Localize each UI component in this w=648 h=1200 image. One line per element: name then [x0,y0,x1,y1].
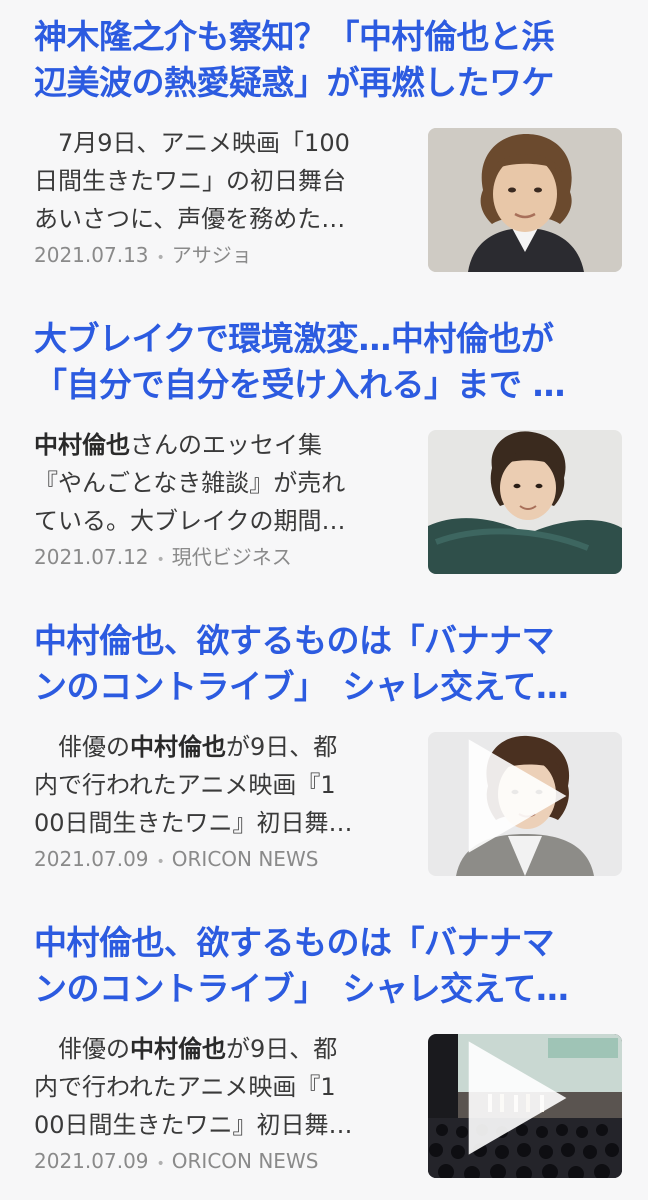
article-thumbnail[interactable] [428,430,622,574]
separator-dot-icon: • [156,854,165,870]
article-meta: 2021.07.09 • ORICON NEWS [34,844,318,877]
snippet-line: 内で行われたアニメ映画『1 [34,771,336,799]
snippet-line: 内で行われたアニメ映画『1 [34,1073,336,1101]
separator-dot-icon: • [156,552,165,568]
article-title[interactable]: 中村倫也、欲するものは「バナナマ ンのコントライブ」 シャレ交えて… [34,920,614,1012]
play-icon[interactable] [428,732,612,868]
news-feed: 神木隆之介も察知？「中村倫也と浜 辺美波の熱愛疑惑」が再燃したワケ 7月9日、ア… [0,0,648,1200]
title-line: 中村倫也、欲するものは「バナナマ [34,923,555,962]
article-thumbnail[interactable] [428,128,622,272]
snippet-line: 俳優の中村倫也が9日、都 [34,733,338,761]
title-line: 神木隆之介も察知？「中村倫也と浜 [34,17,555,56]
snippet-line: 『やんごとなき雑談』が売れ [34,469,346,497]
article-source: ORICON NEWS [171,1149,319,1173]
title-line: 「自分で自分を受け入れる」まで … [34,365,566,404]
article-source: 現代ビジネス [171,545,292,569]
snippet-line: 俳優の中村倫也が9日、都 [34,1035,338,1063]
play-icon[interactable] [428,1034,612,1170]
person-portrait-photo-icon [428,128,622,272]
article-date: 2021.07.09 [34,847,149,871]
article-meta: 2021.07.13 • アサジョ [34,240,252,273]
article-snippet: 俳優の中村倫也が9日、都 内で行われたアニメ映画『1 00日間生きたワニ』初日舞… [34,1030,410,1144]
snippet-line: ている。大ブレイクの期間… [34,507,346,535]
article-snippet: 7月9日、アニメ映画「100 日間生きたワニ」の初日舞台 あいさつに、声優を務め… [34,124,410,238]
snippet-line: 日間生きたワニ」の初日舞台 [34,167,346,195]
title-line: ンのコントライブ」 シャレ交えて… [34,969,569,1008]
article-source: ORICON NEWS [171,847,319,871]
title-line: ンのコントライブ」 シャレ交えて… [34,667,569,706]
article-title[interactable]: 中村倫也、欲するものは「バナナマ ンのコントライブ」 シャレ交えて… [34,618,614,710]
article-source: アサジョ [171,243,252,267]
article-title[interactable]: 大ブレイクで環境激変…中村倫也が 「自分で自分を受け入れる」まで … [34,316,614,408]
article-meta: 2021.07.12 • 現代ビジネス [34,542,292,575]
article-snippet: 俳優の中村倫也が9日、都 内で行われたアニメ映画『1 00日間生きたワニ』初日舞… [34,728,410,842]
snippet-line: 00日間生きたワニ』初日舞… [34,809,353,837]
title-line: 辺美波の熱愛疑惑」が再燃したワケ [34,63,555,102]
article-thumbnail[interactable] [428,1034,622,1178]
article-card[interactable]: 大ブレイクで環境激変…中村倫也が 「自分で自分を受け入れる」まで … 中村倫也さ… [0,302,648,604]
title-line: 中村倫也、欲するものは「バナナマ [34,621,555,660]
snippet-line: 00日間生きたワニ』初日舞… [34,1111,353,1139]
separator-dot-icon: • [156,1156,165,1172]
article-date: 2021.07.09 [34,1149,149,1173]
snippet-line: 中村倫也さんのエッセイ集 [34,431,322,459]
snippet-line: 7月9日、アニメ映画「100 [34,129,350,157]
title-line: 大ブレイクで環境激変…中村倫也が [34,319,554,358]
person-portrait-photo-icon [428,430,622,574]
article-date: 2021.07.13 [34,243,149,267]
article-title[interactable]: 神木隆之介も察知？「中村倫也と浜 辺美波の熱愛疑惑」が再燃したワケ [34,14,614,106]
article-thumbnail[interactable] [428,732,622,876]
article-meta: 2021.07.09 • ORICON NEWS [34,1146,318,1179]
article-snippet: 中村倫也さんのエッセイ集 『やんごとなき雑談』が売れ ている。大ブレイクの期間… [34,426,410,540]
article-card[interactable]: 神木隆之介も察知？「中村倫也と浜 辺美波の熱愛疑惑」が再燃したワケ 7月9日、ア… [0,0,648,302]
separator-dot-icon: • [156,250,165,266]
article-card[interactable]: 中村倫也、欲するものは「バナナマ ンのコントライブ」 シャレ交えて… 俳優の中村… [0,906,648,1200]
article-date: 2021.07.12 [34,545,149,569]
article-card[interactable]: 中村倫也、欲するものは「バナナマ ンのコントライブ」 シャレ交えて… 俳優の中村… [0,604,648,906]
snippet-line: あいさつに、声優を務めた… [34,205,346,233]
